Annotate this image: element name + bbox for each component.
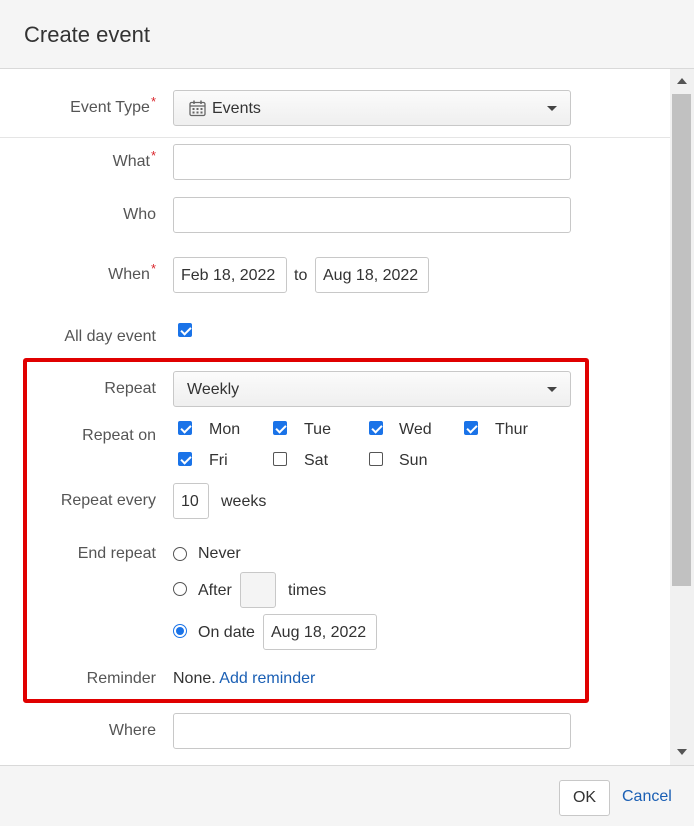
scroll-down-icon[interactable] — [677, 749, 687, 755]
repeat-select[interactable]: Weekly — [173, 371, 571, 407]
reminder-value: None. Add reminder — [173, 670, 315, 688]
dialog-body: Event Type* Events What* Who When* Feb 1… — [0, 69, 694, 765]
day-label-thur: Thur — [495, 421, 528, 438]
day-checkbox-wed[interactable] — [369, 421, 383, 435]
scroll-up-icon[interactable] — [677, 78, 687, 84]
end-date-input[interactable]: Aug 18, 2022 — [263, 614, 377, 650]
cancel-link[interactable]: Cancel — [622, 788, 672, 806]
day-checkbox-tue[interactable] — [273, 421, 287, 435]
date-range-separator: to — [294, 267, 308, 284]
repeat-interval-input[interactable]: 10 — [173, 483, 209, 519]
reminder-label: Reminder — [86, 670, 156, 687]
where-label: Where — [108, 722, 156, 739]
chevron-down-icon — [547, 387, 557, 392]
required-mark: * — [150, 148, 156, 163]
day-label-mon: Mon — [209, 421, 241, 438]
end-on-date-radio[interactable] — [173, 624, 187, 638]
scrollbar[interactable] — [670, 69, 694, 765]
dialog-footer: OK Cancel — [0, 765, 694, 826]
day-checkbox-sat[interactable] — [273, 452, 287, 466]
dialog-header: Create event — [0, 0, 694, 69]
repeat-value: Weekly — [187, 381, 240, 398]
day-label-fri: Fri — [209, 452, 228, 469]
day-checkbox-fri[interactable] — [178, 452, 192, 466]
day-label-sun: Sun — [399, 452, 428, 469]
event-type-value: Events — [212, 100, 261, 117]
day-checkbox-sun[interactable] — [369, 452, 383, 466]
who-label: Who — [123, 206, 156, 223]
end-after-count-input[interactable] — [240, 572, 276, 608]
divider — [0, 137, 670, 138]
all-day-checkbox[interactable] — [178, 323, 192, 337]
when-label: When* — [108, 261, 156, 283]
all-day-label: All day event — [64, 328, 156, 345]
required-mark: * — [150, 261, 156, 276]
day-label-wed: Wed — [399, 421, 432, 438]
end-never-radio[interactable] — [173, 547, 187, 561]
calendar-icon — [189, 100, 206, 122]
end-on-date-label: On date — [198, 624, 255, 641]
day-label-tue: Tue — [304, 421, 331, 438]
event-type-label: Event Type* — [70, 94, 156, 116]
add-reminder-link[interactable]: Add reminder — [219, 670, 315, 687]
repeat-unit-label: weeks — [221, 493, 267, 510]
scrollbar-thumb[interactable] — [672, 94, 691, 586]
what-input[interactable] — [173, 144, 571, 180]
highlight-box — [23, 358, 589, 703]
event-type-select[interactable]: Events — [173, 90, 571, 126]
what-label: What* — [112, 148, 156, 170]
start-date-input[interactable]: Feb 18, 2022 — [173, 257, 287, 293]
dialog-title: Create event — [24, 22, 150, 47]
required-mark: * — [150, 94, 156, 109]
reminder-none-text: None. — [173, 670, 216, 687]
day-checkbox-mon[interactable] — [178, 421, 192, 435]
end-repeat-label: End repeat — [77, 545, 156, 562]
day-label-sat: Sat — [304, 452, 329, 469]
where-input[interactable] — [173, 713, 571, 749]
who-input[interactable] — [173, 197, 571, 233]
end-after-radio[interactable] — [173, 582, 187, 596]
repeat-label: Repeat — [104, 380, 156, 397]
chevron-down-icon — [547, 106, 557, 111]
end-never-label: Never — [198, 545, 241, 562]
end-times-label: times — [288, 582, 327, 599]
repeat-every-label: Repeat every — [60, 492, 156, 509]
end-date-input[interactable]: Aug 18, 2022 — [315, 257, 429, 293]
ok-button[interactable]: OK — [559, 780, 610, 816]
end-after-label: After — [198, 582, 232, 599]
day-checkbox-thur[interactable] — [464, 421, 478, 435]
repeat-on-label: Repeat on — [82, 427, 156, 444]
